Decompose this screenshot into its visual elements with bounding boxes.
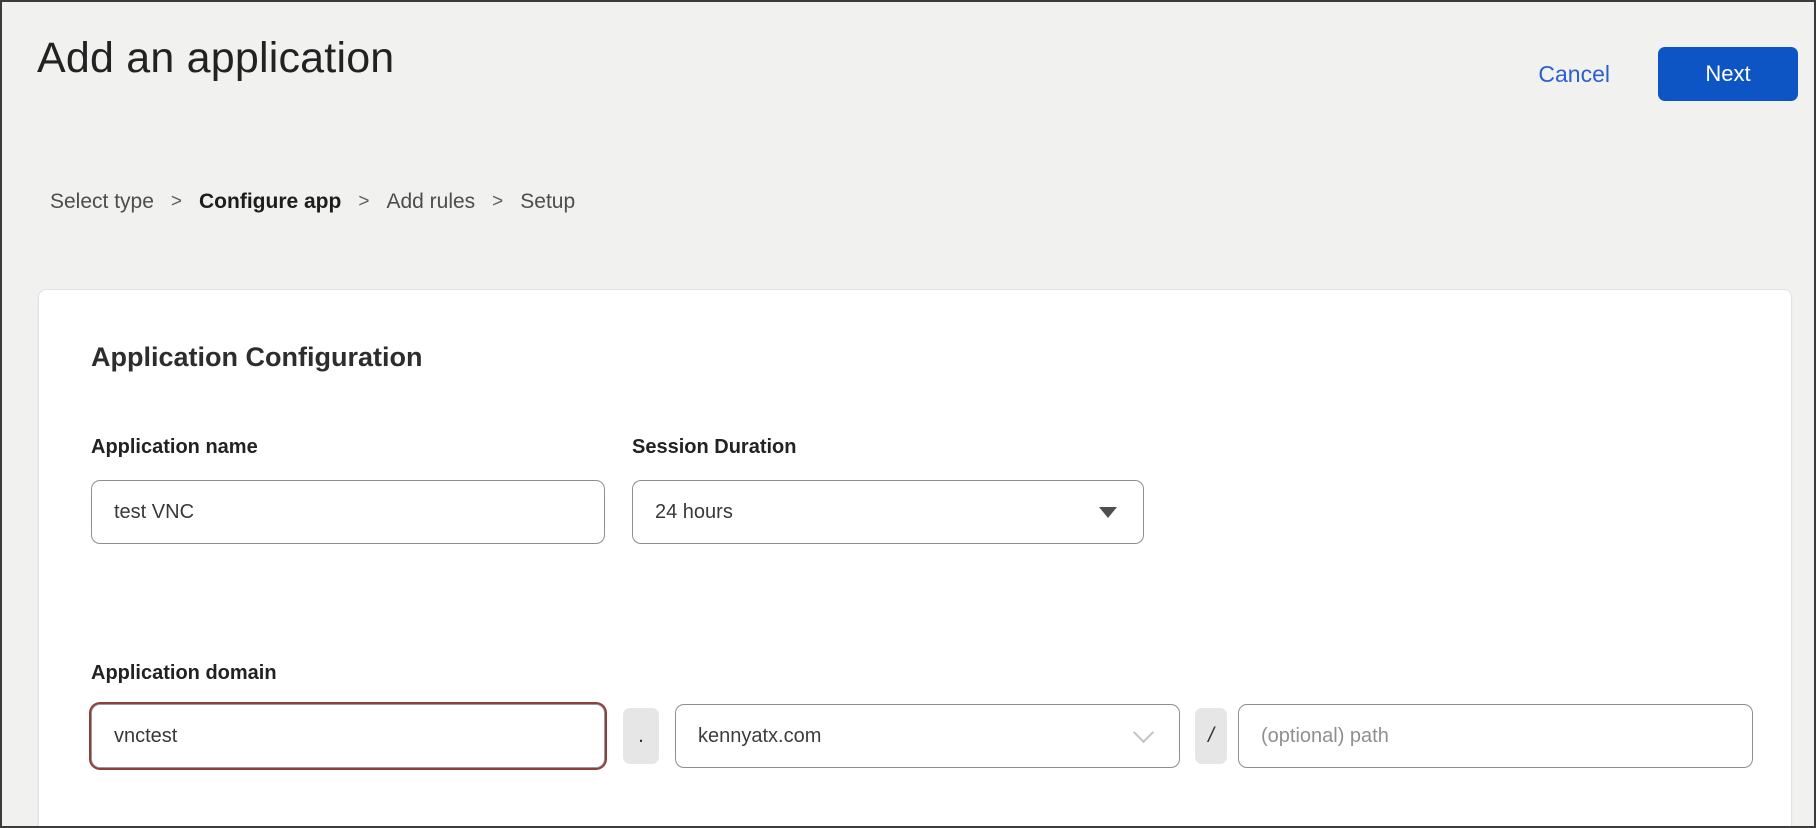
breadcrumb-separator: > [492, 191, 503, 213]
session-duration-select[interactable]: 24 hours [632, 480, 1144, 544]
subdomain-input[interactable] [91, 704, 605, 768]
domain-select-value: kennyatx.com [698, 725, 821, 748]
dot-separator: . [623, 708, 659, 764]
application-name-input[interactable] [91, 480, 605, 544]
step-setup[interactable]: Setup [520, 190, 575, 214]
step-add-rules[interactable]: Add rules [386, 190, 475, 214]
breadcrumb-separator: > [171, 191, 182, 213]
application-name-label: Application name [91, 436, 258, 459]
dropdown-caret-icon [1099, 507, 1117, 518]
cancel-button[interactable]: Cancel [1538, 61, 1610, 88]
header-actions: Cancel Next [1538, 47, 1798, 101]
path-input[interactable] [1238, 704, 1753, 768]
add-application-page: Add an application Cancel Next Select ty… [0, 0, 1816, 828]
section-title: Application Configuration [91, 342, 422, 373]
step-select-type[interactable]: Select type [50, 190, 154, 214]
breadcrumb: Select type > Configure app > Add rules … [50, 190, 575, 214]
page-title: Add an application [37, 34, 394, 83]
chevron-down-icon [1133, 722, 1154, 743]
slash-separator: / [1195, 708, 1227, 764]
application-domain-label: Application domain [91, 662, 277, 685]
domain-select[interactable]: kennyatx.com [675, 704, 1180, 768]
breadcrumb-separator: > [358, 191, 369, 213]
application-configuration-card: Application Configuration Application na… [38, 289, 1792, 828]
next-button[interactable]: Next [1658, 47, 1798, 101]
step-configure-app[interactable]: Configure app [199, 190, 341, 214]
session-duration-label: Session Duration [632, 436, 796, 459]
session-duration-value: 24 hours [655, 501, 733, 524]
